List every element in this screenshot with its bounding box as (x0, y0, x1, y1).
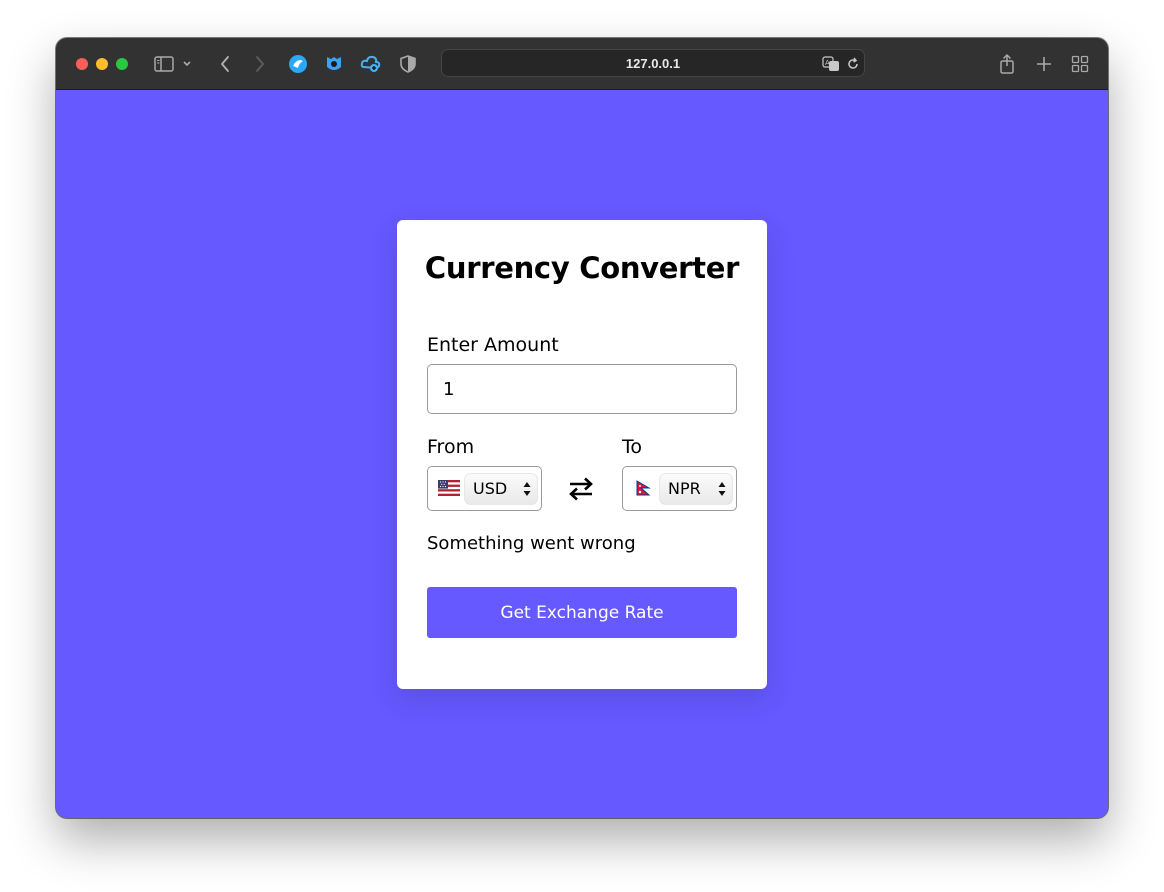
page-title: Currency Converter (424, 251, 740, 285)
shield-extension-icon[interactable] (322, 52, 346, 76)
from-currency-dropdown[interactable]: USD (465, 474, 537, 504)
sidebar-toggle-icon[interactable] (152, 52, 176, 76)
from-currency-select[interactable]: USD (427, 466, 542, 511)
extension-cloud-icon[interactable] (359, 52, 383, 76)
from-label: From (427, 436, 475, 458)
swap-icon[interactable] (567, 475, 595, 503)
share-icon[interactable] (995, 52, 1019, 76)
translate-icon[interactable]: A (822, 55, 840, 73)
back-icon[interactable] (213, 52, 237, 76)
to-currency-value: NPR (668, 479, 701, 498)
url-text: 127.0.0.1 (625, 56, 681, 71)
status-message: Something went wrong (427, 533, 636, 554)
minimize-window-button[interactable] (96, 58, 108, 70)
svg-text:A: A (825, 59, 830, 67)
us-flag-icon (438, 480, 460, 496)
extension-icon[interactable] (286, 52, 310, 76)
privacy-shield-icon[interactable] (396, 52, 420, 76)
page-content: Currency Converter Enter Amount From To (56, 91, 1108, 818)
browser-toolbar: 127.0.0.1 A (56, 38, 1108, 90)
from-currency-value: USD (473, 479, 508, 498)
to-label: To (622, 436, 643, 458)
browser-window: 127.0.0.1 A Currency Converter Enter Amo… (56, 38, 1108, 818)
get-exchange-rate-button[interactable]: Get Exchange Rate (427, 587, 737, 638)
select-arrows-icon (718, 482, 726, 496)
maximize-window-button[interactable] (116, 58, 128, 70)
reload-icon[interactable] (844, 55, 862, 73)
forward-icon[interactable] (248, 52, 272, 76)
close-window-button[interactable] (76, 58, 88, 70)
converter-card: Currency Converter Enter Amount From To (397, 220, 767, 689)
to-currency-dropdown[interactable]: NPR (660, 474, 732, 504)
address-bar[interactable]: 127.0.0.1 A (441, 49, 865, 77)
to-currency-select[interactable]: NPR (622, 466, 737, 511)
select-arrows-icon (523, 482, 531, 496)
nepal-flag-icon (636, 480, 651, 496)
chevron-down-icon[interactable] (179, 52, 195, 76)
new-tab-icon[interactable] (1032, 52, 1056, 76)
amount-input[interactable] (427, 364, 737, 414)
amount-label: Enter Amount (427, 334, 559, 356)
tab-overview-icon[interactable] (1068, 52, 1092, 76)
